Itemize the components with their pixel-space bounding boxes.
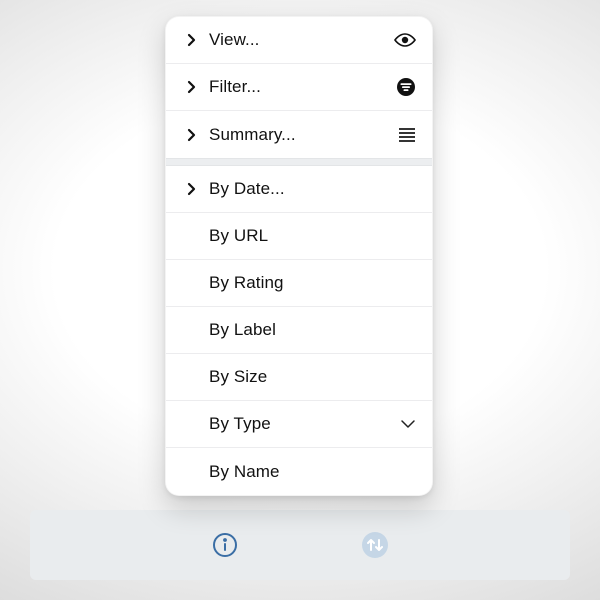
sort-item-label: By Size xyxy=(209,367,392,387)
sort-section: By Date... By URL By Rating By Label By … xyxy=(166,166,432,495)
sort-item-label: By URL xyxy=(209,226,392,246)
sort-item-by-url[interactable]: By URL xyxy=(166,213,432,260)
sort-item-label: By Rating xyxy=(209,273,392,293)
options-panel: View... Filter... xyxy=(165,16,433,496)
menu-item-label: Summary... xyxy=(209,125,392,145)
sort-item-label: By Label xyxy=(209,320,392,340)
sort-item-by-rating[interactable]: By Rating xyxy=(166,260,432,307)
sort-item-label: By Name xyxy=(209,462,392,482)
filter-icon xyxy=(392,77,416,97)
sort-item-label: By Date... xyxy=(209,179,392,199)
sort-item-by-date[interactable]: By Date... xyxy=(166,166,432,213)
summary-icon xyxy=(392,127,416,143)
chevron-right-icon xyxy=(182,182,200,196)
sort-item-by-name[interactable]: By Name xyxy=(166,448,432,495)
menu-item-summary[interactable]: Summary... xyxy=(166,111,432,158)
sort-button[interactable] xyxy=(360,530,390,560)
info-icon xyxy=(212,532,238,558)
chevron-right-icon xyxy=(182,128,200,142)
sort-icon xyxy=(361,531,389,559)
info-button[interactable] xyxy=(210,530,240,560)
sort-item-by-size[interactable]: By Size xyxy=(166,354,432,401)
sort-item-by-type[interactable]: By Type xyxy=(166,401,432,448)
menu-item-view[interactable]: View... xyxy=(166,17,432,64)
menu-item-label: View... xyxy=(209,30,392,50)
menu-item-label: Filter... xyxy=(209,77,392,97)
chevron-right-icon xyxy=(182,80,200,94)
chevron-down-icon xyxy=(392,419,416,429)
chevron-right-icon xyxy=(182,33,200,47)
bottom-toolbar xyxy=(30,510,570,580)
sort-item-by-label[interactable]: By Label xyxy=(166,307,432,354)
main-section: View... Filter... xyxy=(166,17,432,158)
section-divider xyxy=(166,158,432,166)
eye-icon xyxy=(392,32,416,48)
sort-item-label: By Type xyxy=(209,414,392,434)
menu-item-filter[interactable]: Filter... xyxy=(166,64,432,111)
